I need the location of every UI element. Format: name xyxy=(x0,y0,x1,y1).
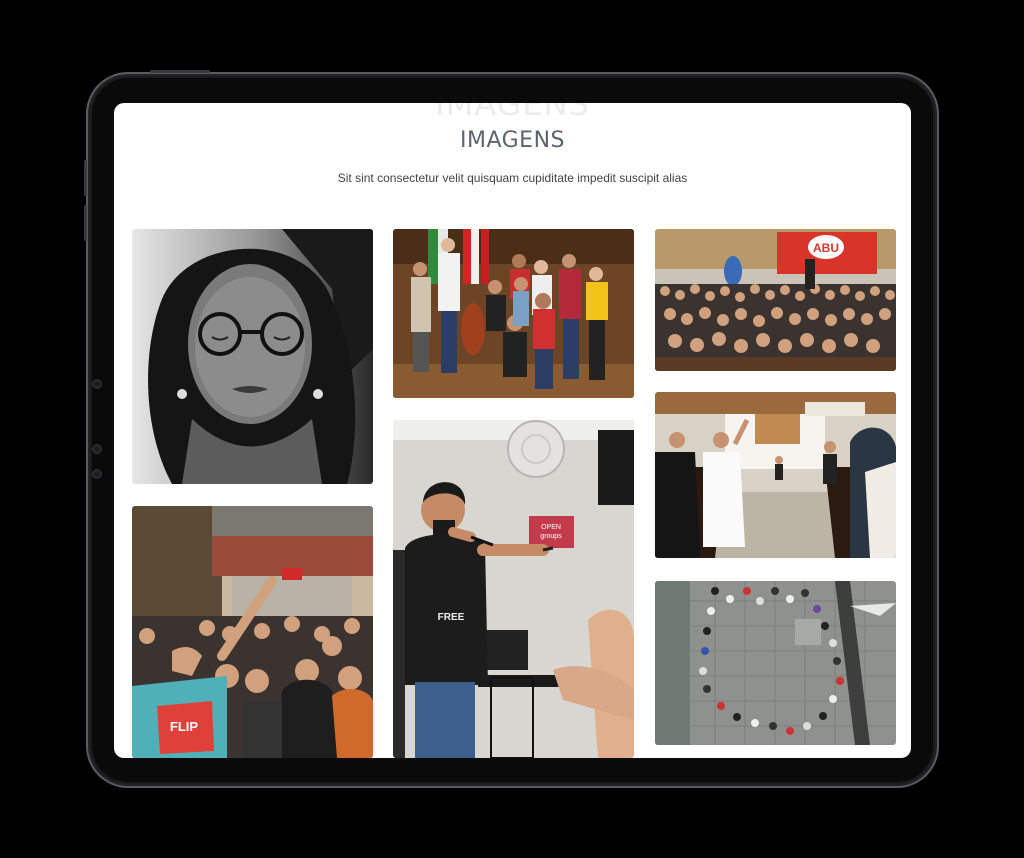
camera-icon xyxy=(92,469,102,479)
abu-sign-text: ABU xyxy=(813,241,839,255)
section-title: IMAGENS xyxy=(459,128,565,153)
gallery-photo-crowd-pointing[interactable]: FLIP xyxy=(132,506,373,758)
section-subtitle: Sit sint consectetur velit quisquam cupi… xyxy=(337,171,688,185)
gallery-photo-group-flags[interactable] xyxy=(393,229,634,398)
gallery-photo-woman[interactable] xyxy=(132,229,373,484)
gallery-photo-abu-crowd[interactable]: ABU xyxy=(655,229,896,371)
gallery-photo-man-microphone[interactable]: OPEN groups FREE xyxy=(393,420,634,758)
tablet-screen: IMAGENS IMAGENS Sit sint consectetur vel… xyxy=(114,103,911,758)
gallery-photo-chapel[interactable] xyxy=(655,392,896,558)
shirt-text: FREE xyxy=(438,612,465,623)
camera-icon xyxy=(92,379,102,389)
volume-button xyxy=(84,160,87,196)
volume-button xyxy=(84,205,87,241)
section-background-title: IMAGENS xyxy=(435,103,590,123)
gallery-photo-aerial-circle[interactable] xyxy=(655,581,896,745)
top-button xyxy=(150,70,210,73)
camera-icon xyxy=(92,444,102,454)
shirt-text: FLIP xyxy=(170,719,198,734)
